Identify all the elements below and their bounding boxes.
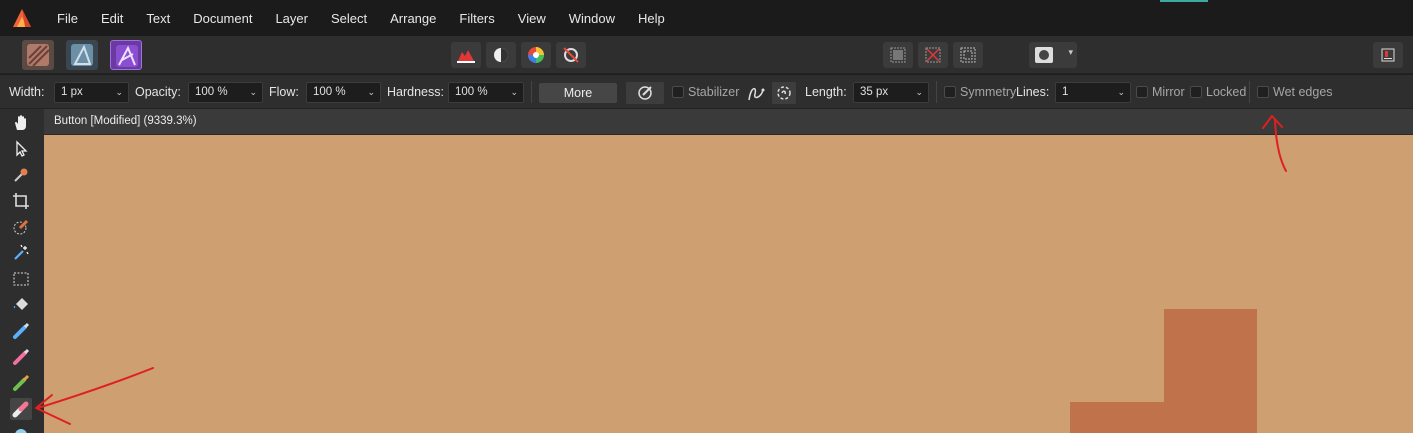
locked-checkbox[interactable] <box>1190 86 1202 98</box>
chevron-down-icon: ⌄ <box>115 87 123 97</box>
separator <box>531 81 532 103</box>
menu-help[interactable]: Help <box>638 11 665 26</box>
canvas-shape <box>1164 309 1257 433</box>
wet-edges-checkbox[interactable] <box>1257 86 1269 98</box>
mirror-checkbox[interactable] <box>1136 86 1148 98</box>
contrast-icon[interactable] <box>486 42 516 68</box>
menu-window[interactable]: Window <box>569 11 615 26</box>
deselect-icon[interactable] <box>918 42 948 68</box>
document-tab[interactable]: Button [Modified] (9339.3%) <box>44 109 1413 135</box>
main-toolbar: ▾ <box>0 36 1413 74</box>
color-wheel-icon[interactable] <box>521 42 551 68</box>
symmetry-label: Symmetry <box>960 85 1017 99</box>
stabilizer-checkbox[interactable] <box>672 86 684 98</box>
affinity-logo-icon[interactable] <box>11 7 33 29</box>
width-dropdown[interactable]: 1 px ⌄ <box>54 82 129 103</box>
length-label: Length: <box>805 85 847 99</box>
menu-view[interactable]: View <box>518 11 546 26</box>
assistant-icon[interactable] <box>1373 42 1403 68</box>
menu-layer[interactable]: Layer <box>275 11 308 26</box>
chevron-down-icon: ▾ <box>1068 48 1073 58</box>
chevron-down-icon: ⌄ <box>367 87 375 97</box>
dodge-tool-icon[interactable] <box>10 424 32 433</box>
canvas[interactable] <box>44 135 1413 433</box>
chevron-down-icon: ⌄ <box>510 87 518 97</box>
menu-filters[interactable]: Filters <box>459 11 494 26</box>
more-button[interactable]: More <box>539 83 617 103</box>
mixer-brush-icon[interactable] <box>10 372 32 394</box>
crop-tool-icon[interactable] <box>10 190 32 212</box>
menu-arrange[interactable]: Arrange <box>390 11 436 26</box>
flood-fill-icon[interactable] <box>10 294 32 316</box>
chevron-down-icon: ⌄ <box>249 87 257 97</box>
paint-brush-icon[interactable] <box>10 320 32 342</box>
separator <box>936 81 937 103</box>
opacity-label: Opacity: <box>135 85 181 99</box>
context-toolbar: Width: 1 px ⌄ Opacity: 100 % ⌄ Flow: 100… <box>0 75 1413 109</box>
document-title: Button [Modified] (9339.3%) <box>54 115 197 127</box>
width-label: Width: <box>9 85 45 99</box>
quickmask-icon[interactable] <box>883 42 913 68</box>
window-accent-line <box>1160 0 1208 2</box>
selection-brush-icon[interactable] <box>556 42 586 68</box>
window-mode-icon[interactable] <box>772 82 796 104</box>
selection-brush-tool-icon[interactable] <box>10 216 32 238</box>
color-picker-icon[interactable] <box>10 164 32 186</box>
tools-panel <box>0 109 44 433</box>
separator <box>1249 81 1250 103</box>
levels-icon[interactable] <box>451 42 481 68</box>
brush-settings-icon[interactable] <box>626 82 664 104</box>
pixel-brush-icon[interactable] <box>10 346 32 368</box>
canvas-shape <box>1070 402 1164 433</box>
flow-dropdown[interactable]: 100 % ⌄ <box>306 82 381 103</box>
menu-document[interactable]: Document <box>193 11 252 26</box>
length-dropdown[interactable]: 35 px ⌄ <box>853 82 929 103</box>
wet-edges-label: Wet edges <box>1273 85 1333 99</box>
symmetry-checkbox[interactable] <box>944 86 956 98</box>
view-tool-hand-icon[interactable] <box>10 112 32 134</box>
erase-brush-icon[interactable] <box>10 398 32 420</box>
flow-label: Flow: <box>269 85 299 99</box>
menu-edit[interactable]: Edit <box>101 11 123 26</box>
marquee-tool-icon[interactable] <box>10 268 32 290</box>
photo-persona-icon[interactable] <box>22 40 54 70</box>
magic-wand-icon[interactable] <box>10 242 32 264</box>
pixel-persona-icon[interactable] <box>110 40 142 70</box>
menu-text[interactable]: Text <box>146 11 170 26</box>
menu-file[interactable]: File <box>57 11 78 26</box>
menu-select[interactable]: Select <box>331 11 367 26</box>
move-tool-arrow-icon[interactable] <box>10 138 32 160</box>
opacity-dropdown[interactable]: 100 % ⌄ <box>188 82 263 103</box>
lines-dropdown[interactable]: 1 ⌄ <box>1055 82 1131 103</box>
hardness-label: Hardness: <box>387 85 444 99</box>
liquify-persona-icon[interactable] <box>66 40 98 70</box>
invert-selection-icon[interactable] <box>953 42 983 68</box>
mirror-label: Mirror <box>1152 85 1185 99</box>
hardness-dropdown[interactable]: 100 % ⌄ <box>448 82 524 103</box>
chevron-down-icon: ⌄ <box>915 87 923 97</box>
menu-bar: File Edit Text Document Layer Select Arr… <box>0 0 1413 36</box>
mask-mode-dropdown[interactable]: ▾ <box>1029 42 1077 68</box>
locked-label: Locked <box>1206 85 1247 99</box>
stabilizer-label: Stabilizer <box>688 85 740 99</box>
lines-label: Lines: <box>1016 85 1050 99</box>
chevron-down-icon: ⌄ <box>1117 87 1125 97</box>
rope-mode-icon[interactable] <box>745 82 769 104</box>
